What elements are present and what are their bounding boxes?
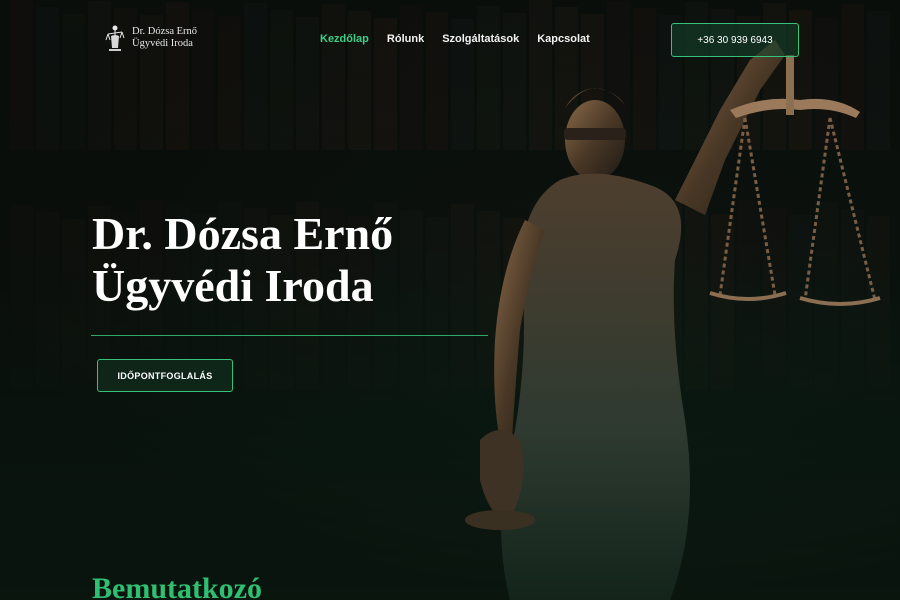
hero-divider: [91, 335, 488, 336]
nav-item-contact[interactable]: Kapcsolat: [537, 33, 590, 45]
logo-line-1: Dr. Dózsa Ernő: [132, 26, 198, 37]
intro-heading: Bemutatkozó: [92, 572, 262, 600]
nav-item-home[interactable]: Kezdőlap: [320, 33, 369, 45]
phone-button[interactable]: +36 30 939 6943: [671, 23, 799, 57]
hero-title: Dr. Dózsa Ernő Ügyvédi Iroda: [92, 208, 512, 312]
logo-text: Dr. Dózsa Ernő Ügyvédi Iroda: [132, 26, 197, 50]
logo-line-2: Ügyvédi Iroda: [132, 38, 193, 49]
main-navigation: Kezdőlap Rólunk Szolgáltatások Kapcsolat: [320, 33, 590, 45]
hero-title-line-1: Dr. Dózsa Ernő: [92, 208, 394, 259]
logo[interactable]: Dr. Dózsa Ernő Ügyvédi Iroda: [104, 22, 197, 54]
nav-item-services[interactable]: Szolgáltatások: [442, 33, 519, 45]
lady-justice-icon: [105, 25, 125, 51]
appointment-button[interactable]: IDŐPONTFOGLALÁS: [97, 359, 233, 392]
hero-title-line-2: Ügyvédi Iroda: [92, 260, 374, 311]
nav-item-about[interactable]: Rólunk: [387, 33, 424, 45]
